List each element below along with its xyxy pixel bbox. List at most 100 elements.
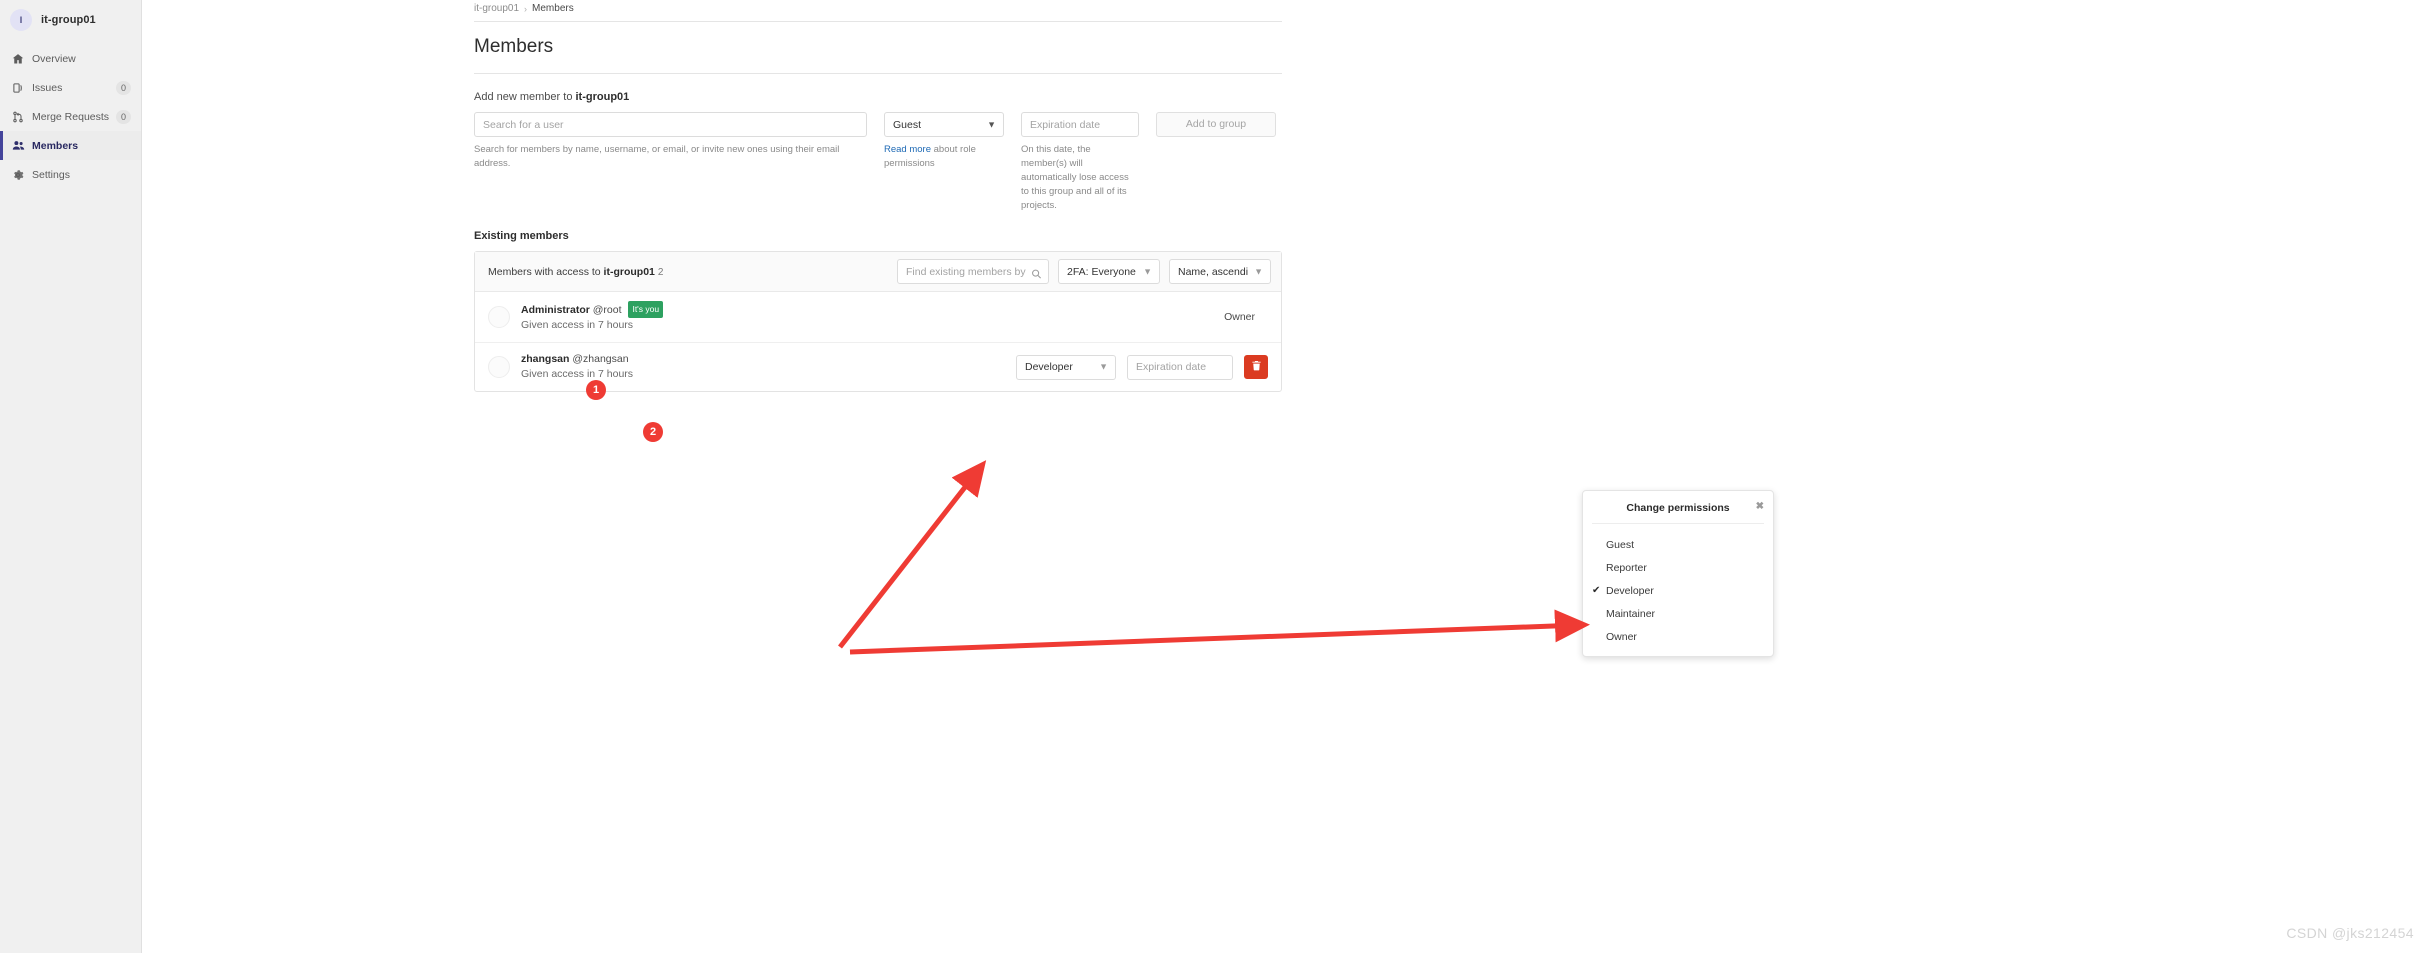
change-permissions-dropdown: Change permissions ✖ Guest Reporter ✔ De… — [1582, 490, 1774, 657]
two-fa-filter-wrap: 2FA: Everyone ▼ — [1058, 259, 1160, 284]
add-member-heading-prefix: Add new member to — [474, 91, 576, 103]
dropdown-list: Guest Reporter ✔ Developer Maintainer Ow… — [1583, 524, 1773, 648]
add-to-group-wrap: Add to group — [1156, 112, 1276, 137]
sort-select-wrap: Name, ascending ▼ — [1169, 259, 1271, 284]
member-expiration-input[interactable] — [1127, 354, 1233, 380]
dropdown-item-guest[interactable]: Guest — [1583, 533, 1773, 556]
dropdown-item-owner[interactable]: Owner — [1583, 625, 1773, 648]
member-controls: Developer ▼ — [1016, 354, 1268, 380]
add-member-user-field-wrap: Search for members by name, username, or… — [474, 112, 867, 171]
dropdown-item-label: Maintainer — [1606, 607, 1656, 620]
members-count: 2 — [657, 266, 664, 278]
sidebar: I it-group01 Overview Issues 0 Merge Req… — [0, 0, 142, 953]
content-column: it-group01 › Members Members Add new mem… — [474, 0, 1282, 392]
watermark: CSDN @jks212454 — [2286, 925, 2414, 941]
members-access-group: it-group01 — [603, 265, 655, 278]
members-access-prefix: Members with access to — [488, 265, 604, 278]
merge-request-icon — [12, 111, 28, 123]
add-member-form: Search for members by name, username, or… — [474, 112, 1282, 213]
add-member-heading-group: it-group01 — [575, 91, 630, 103]
dropdown-item-label: Developer — [1606, 584, 1654, 597]
role-hint: Read more about role permissions — [884, 137, 1004, 171]
members-icon — [12, 139, 28, 152]
member-search-wrap — [897, 259, 1049, 284]
sidebar-item-settings-label: Settings — [32, 168, 70, 181]
breadcrumb-root[interactable]: it-group01 — [474, 3, 519, 14]
existing-members-label: Existing members — [474, 213, 1282, 251]
sidebar-item-issues[interactable]: Issues 0 — [0, 73, 141, 102]
dropdown-item-maintainer[interactable]: Maintainer — [1583, 602, 1773, 625]
page-title: Members — [474, 36, 554, 57]
sidebar-item-issues-badge: 0 — [115, 80, 131, 95]
sidebar-item-overview-label: Overview — [32, 52, 76, 65]
member-username: @zhangsan — [572, 353, 629, 365]
member-role-select-wrap: Developer ▼ — [1016, 354, 1116, 380]
dropdown-header: Change permissions ✖ — [1592, 491, 1764, 524]
group-avatar: I — [10, 9, 32, 31]
member-username: @root — [592, 304, 622, 316]
member-name-line: zhangsan @zhangsan — [521, 352, 1016, 367]
sidebar-item-issues-label: Issues — [32, 81, 63, 94]
breadcrumb-current: Members — [532, 3, 574, 14]
read-more-link[interactable]: Read more — [884, 144, 931, 155]
user-search-hint: Search for members by name, username, or… — [474, 144, 840, 169]
remove-member-button[interactable] — [1244, 355, 1268, 379]
user-search-input[interactable] — [474, 112, 867, 137]
dropdown-item-reporter[interactable]: Reporter — [1583, 556, 1773, 579]
member-info: zhangsan @zhangsan Given access in 7 hou… — [521, 352, 1016, 382]
add-member-heading: Add new member to it-group01 — [474, 74, 1282, 112]
member-info: Administrator @root It's you Given acces… — [521, 301, 1224, 333]
close-icon[interactable]: ✖ — [1756, 501, 1764, 513]
breadcrumb: it-group01 › Members — [474, 0, 1282, 21]
dropdown-title: Change permissions — [1626, 502, 1730, 514]
existing-members-label-text: Existing members — [474, 230, 569, 242]
role-select-wrap: Guest ▼ — [884, 112, 1004, 137]
member-role-text: Owner — [1224, 311, 1255, 323]
annotation-marker-2: 2 — [643, 422, 663, 442]
member-search-input[interactable] — [897, 259, 1049, 284]
add-to-group-button[interactable]: Add to group — [1156, 112, 1276, 137]
member-name-line: Administrator @root It's you — [521, 301, 1224, 318]
member-name: Administrator — [521, 304, 590, 316]
role-select[interactable]: Guest — [884, 112, 1004, 137]
status-badge: It's you — [628, 301, 664, 318]
avatar — [488, 356, 510, 378]
check-icon: ✔ — [1592, 585, 1601, 596]
member-access-text: Given access in 7 hours — [521, 319, 634, 331]
dropdown-item-label: Guest — [1606, 538, 1635, 551]
sidebar-item-overview[interactable]: Overview — [0, 44, 141, 73]
add-member-role-field-wrap: Guest ▼ Read more about role permissions — [884, 112, 1004, 171]
gitlab-group-members-page: I it-group01 Overview Issues 0 Merge Req… — [0, 0, 2432, 953]
trash-icon — [1251, 358, 1262, 376]
avatar — [488, 306, 510, 328]
home-icon — [12, 53, 28, 65]
issues-icon — [12, 82, 28, 94]
annotation-marker-1: 1 — [586, 380, 606, 400]
sidebar-group-header[interactable]: I it-group01 — [0, 0, 141, 44]
sidebar-item-members[interactable]: Members — [0, 131, 141, 160]
main-content: it-group01 › Members Members Add new mem… — [142, 0, 2432, 953]
sort-select[interactable]: Name, ascending — [1169, 259, 1271, 284]
dropdown-item-label: Reporter — [1606, 561, 1647, 574]
two-fa-filter-select[interactable]: 2FA: Everyone — [1058, 259, 1160, 284]
sidebar-item-merge-requests[interactable]: Merge Requests 0 — [0, 102, 141, 131]
gear-icon — [12, 169, 28, 181]
add-member-expiration-field-wrap: On this date, the member(s) will automat… — [1021, 112, 1139, 213]
table-row: Administrator @root It's you Given acces… — [475, 292, 1281, 343]
member-role-select[interactable]: Developer — [1016, 354, 1116, 380]
existing-members-panel: Members with access to it-group01 2 2FA:… — [474, 251, 1282, 392]
group-name: it-group01 — [41, 14, 96, 26]
chevron-right-icon: › — [524, 3, 528, 14]
sidebar-item-settings[interactable]: Settings — [0, 160, 141, 189]
member-name: zhangsan — [521, 353, 570, 365]
sidebar-item-members-label: Members — [32, 139, 79, 152]
expiration-date-input[interactable] — [1021, 112, 1139, 137]
sidebar-item-merge-requests-label: Merge Requests — [32, 110, 110, 123]
sidebar-item-merge-requests-badge: 0 — [115, 109, 131, 124]
member-expiration-wrap — [1127, 354, 1233, 380]
dropdown-item-label: Owner — [1606, 630, 1637, 643]
dropdown-item-developer[interactable]: ✔ Developer — [1583, 579, 1773, 602]
members-access-title: Members with access to it-group01 2 — [488, 266, 888, 278]
expiration-hint: On this date, the member(s) will automat… — [1021, 144, 1129, 211]
existing-members-toolbar: Members with access to it-group01 2 2FA:… — [475, 252, 1281, 292]
